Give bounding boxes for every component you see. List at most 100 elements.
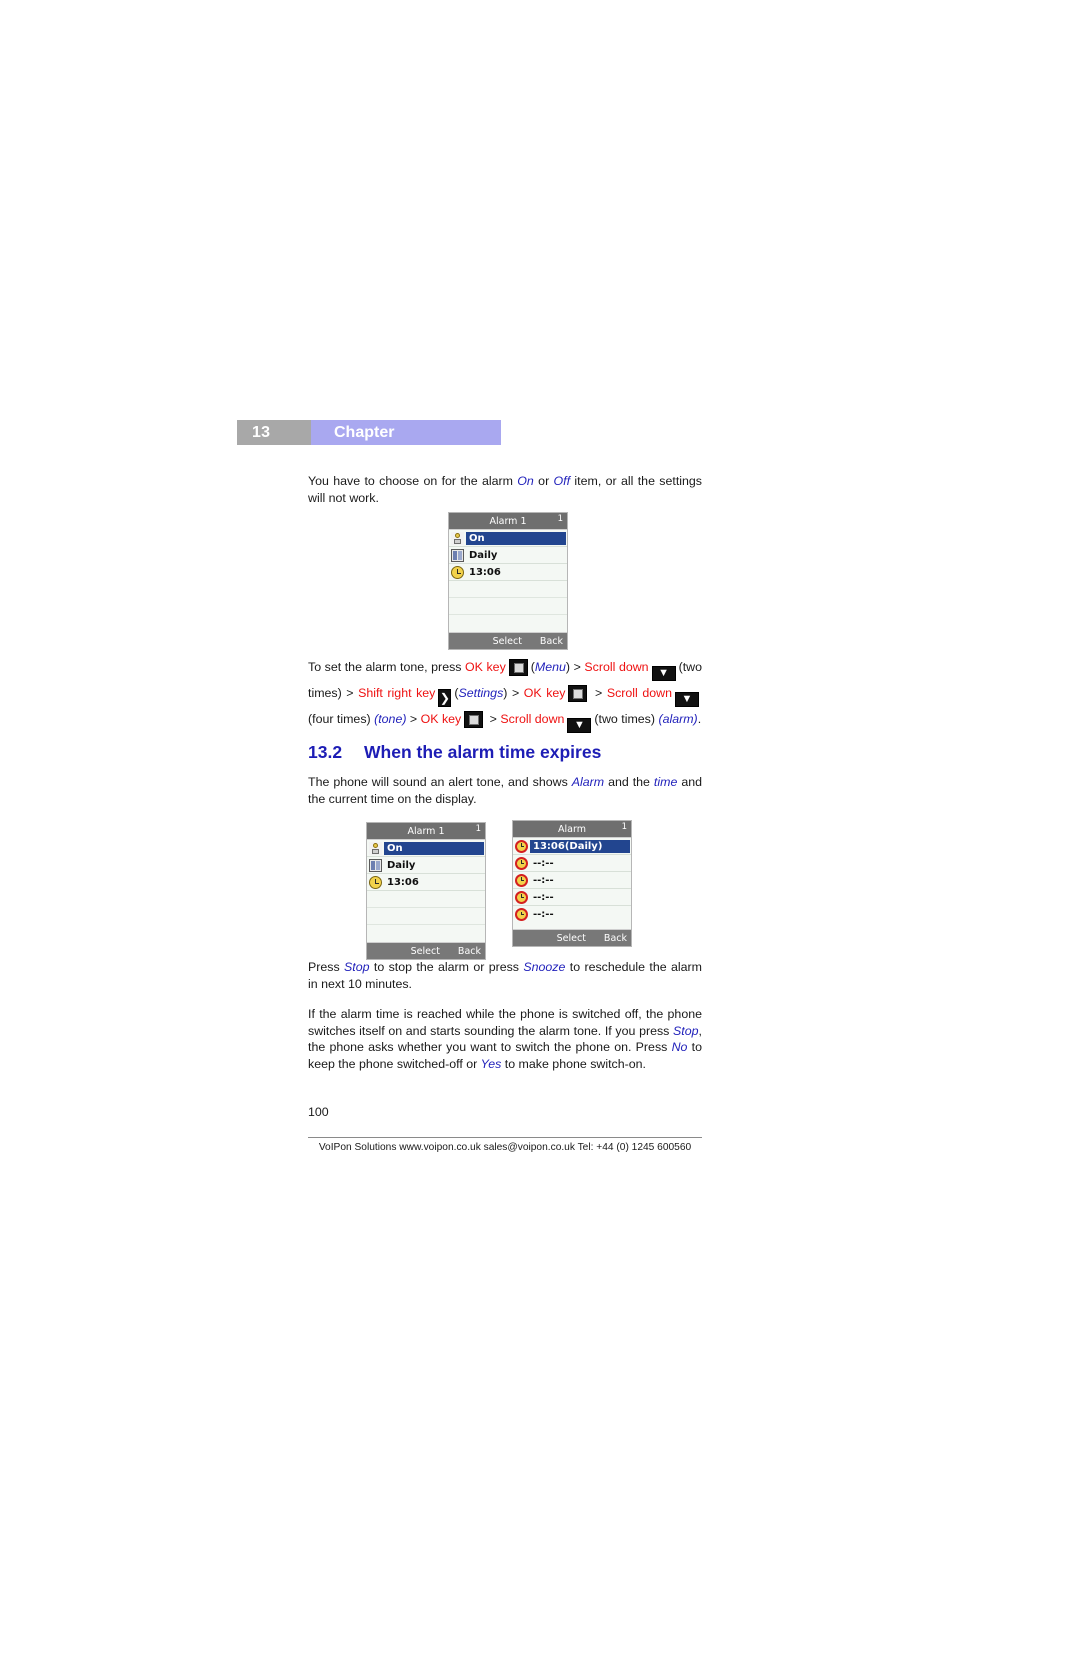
screen-titlebar: Alarm 1 1: [367, 823, 485, 840]
expires-text-2: and the: [604, 775, 654, 789]
list-item-label: Daily: [469, 549, 498, 561]
steps-settings-term: Settings: [458, 686, 504, 700]
chapter-header: 13 Chapter: [237, 420, 501, 445]
list-item[interactable]: On: [367, 840, 485, 857]
softkey-bar: Select Back: [367, 942, 485, 959]
ok-key-icon[interactable]: [568, 685, 588, 702]
press-text-2: to stop the alarm or press: [369, 960, 524, 974]
list-item[interactable]: 13:06: [367, 874, 485, 891]
section-title: When the alarm time expires: [364, 742, 602, 762]
page-number: 100: [308, 1105, 329, 1119]
steps-four-times: (four times): [308, 712, 375, 726]
softkey-bar: Select Back: [513, 929, 631, 946]
chapter-title: Chapter: [311, 420, 501, 445]
chapter-number: 13: [237, 420, 311, 445]
intro-off-term: Off: [553, 474, 571, 488]
ok-key-icon[interactable]: [508, 659, 528, 676]
document-page: 13 Chapter You have to choose on for the…: [0, 0, 1080, 1669]
intro-text-2: or: [533, 474, 554, 488]
steps-gt-1: >: [406, 712, 421, 726]
list-item-label: --:--: [533, 874, 554, 886]
scroll-down-icon[interactable]: ▼: [674, 692, 699, 707]
list-item[interactable]: Daily: [367, 857, 485, 874]
red-alarm-clock-icon: [515, 839, 528, 853]
list-item[interactable]: --:--: [513, 906, 631, 923]
phone-screen-alarm-settings-2: Alarm 1 1 On Daily 13:06 Select Back: [366, 822, 486, 960]
list-item-label: --:--: [533, 909, 554, 920]
steps-paragraph: To set the alarm tone, press OK key (Menu…: [308, 659, 702, 733]
list-item-empty: [367, 908, 485, 925]
press-text-1: Press: [308, 960, 345, 974]
list-item[interactable]: Daily: [449, 547, 567, 564]
list-item[interactable]: 13:06: [449, 564, 567, 581]
softkey-select[interactable]: Select: [493, 636, 522, 647]
list-item-empty: [449, 581, 567, 598]
screen-titlebar: Alarm 1: [513, 821, 631, 838]
expires-paragraph: The phone will sound an alert tone, and …: [308, 774, 702, 807]
calendar-icon: [451, 548, 464, 562]
list-item-empty: [449, 598, 567, 615]
list-item-empty: [449, 615, 567, 632]
intro-paragraph: You have to choose on for the alarm On o…: [308, 473, 702, 506]
list-item[interactable]: On: [449, 530, 567, 547]
red-alarm-clock-icon: [515, 856, 528, 870]
steps-menu-term: Menu: [534, 660, 566, 674]
shift-right-icon[interactable]: ❯: [438, 689, 452, 707]
screen-title: Alarm 1: [407, 825, 445, 837]
list-item-empty: [367, 925, 485, 942]
list-item-label: Daily: [387, 859, 416, 871]
softkey-bar: Select Back: [449, 632, 567, 649]
list-item-label: 13:06(Daily): [530, 839, 630, 853]
softkey-back[interactable]: Back: [458, 946, 481, 957]
red-alarm-clock-icon: [515, 890, 528, 904]
screen-rows: On Daily 13:06: [367, 840, 485, 942]
steps-scroll-down-label-3: Scroll down: [500, 712, 565, 726]
calendar-icon: [369, 858, 382, 872]
softkey-back[interactable]: Back: [604, 933, 627, 944]
scroll-down-icon[interactable]: ▼: [651, 666, 676, 681]
press-stop-term: Stop: [344, 960, 370, 974]
steps-alarm-term: (alarm): [658, 712, 698, 726]
steps-scroll-down-label-2: Scroll down: [606, 686, 672, 700]
list-item-label: --:--: [533, 857, 554, 869]
footer-divider: [308, 1137, 702, 1138]
screen-title: Alarm 1: [489, 515, 527, 527]
expires-alarm-term: Alarm: [571, 775, 605, 789]
clock-icon: [451, 565, 464, 579]
softkey-back[interactable]: Back: [540, 636, 563, 647]
softkey-select[interactable]: Select: [557, 933, 586, 944]
person-icon: [451, 531, 464, 545]
steps-text-1: To set the alarm tone, press: [308, 660, 466, 674]
list-item[interactable]: --:--: [513, 889, 631, 906]
red-alarm-clock-icon: [515, 873, 528, 887]
list-item-label: 13:06: [469, 566, 501, 578]
scroll-down-icon[interactable]: ▼: [567, 718, 592, 733]
steps-scroll-down-label-1: Scroll down: [584, 660, 649, 674]
softkey-select[interactable]: Select: [411, 946, 440, 957]
expires-text-1: The phone will sound an alert tone, and …: [308, 775, 572, 789]
steps-two-times-2: (two times): [594, 712, 659, 726]
screen-index: 1: [557, 514, 563, 524]
person-icon: [369, 841, 382, 855]
list-item-label: --:--: [533, 891, 554, 903]
list-item-label: 13:06: [387, 876, 419, 888]
steps-ok-key-label-3: OK key: [420, 712, 462, 726]
list-item[interactable]: --:--: [513, 872, 631, 889]
clock-icon: [369, 875, 382, 889]
screen-rows: 13:06(Daily) --:-- --:-- --:-- --:--: [513, 838, 631, 929]
screen-titlebar: Alarm 1 1: [449, 513, 567, 530]
phone-screen-alarm-list: Alarm 1 13:06(Daily) --:-- --:-- --:-- -…: [512, 820, 632, 947]
intro-text-1: You have to choose on for the alarm: [308, 474, 518, 488]
ok-key-icon[interactable]: [464, 711, 484, 728]
list-item-label: On: [384, 841, 484, 855]
steps-period: .: [697, 712, 702, 726]
press-stop-paragraph: Press Stop to stop the alarm or press Sn…: [308, 959, 702, 992]
screen-title: Alarm: [558, 823, 586, 835]
list-item[interactable]: 13:06(Daily): [513, 838, 631, 855]
reached-stop-term: Stop: [673, 1023, 699, 1038]
list-item[interactable]: --:--: [513, 855, 631, 872]
section-number: 13.2: [308, 742, 343, 762]
screen-index: 1: [621, 822, 627, 832]
reached-text-1: If the alarm time is reached while the p…: [308, 1007, 702, 1038]
reached-no-term: No: [671, 1040, 688, 1054]
